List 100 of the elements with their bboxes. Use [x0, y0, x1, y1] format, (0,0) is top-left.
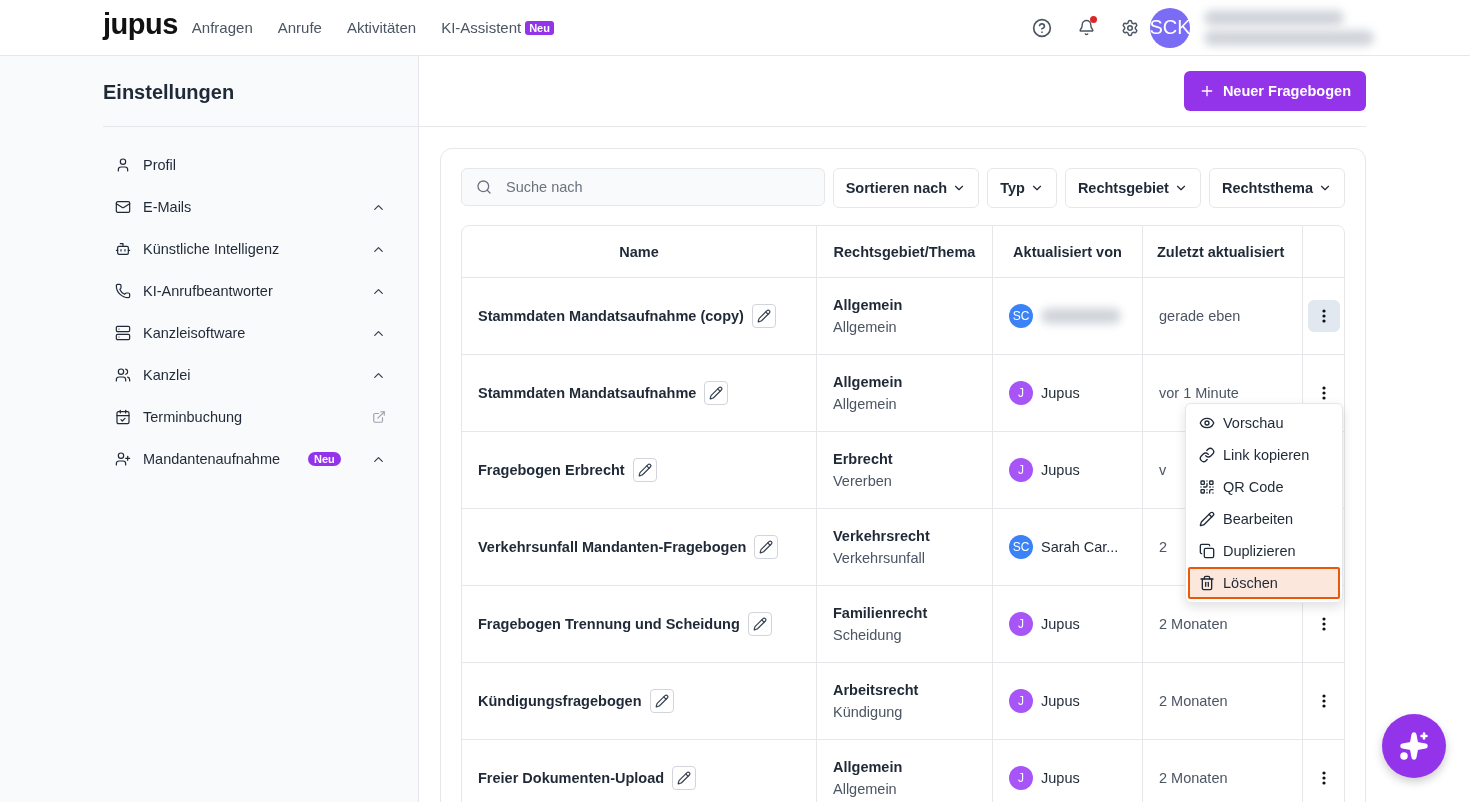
questionnaire-name: Freier Dokumenten-Upload [478, 770, 665, 786]
search-input[interactable]: Suche nach [504, 178, 810, 196]
legal-topic: Scheidung [833, 627, 903, 643]
sidebar-item[interactable]: KI-Anrufbeantworter [115, 270, 386, 312]
settings-icon [1121, 18, 1139, 37]
users-icon [115, 367, 131, 383]
menu-item[interactable]: Link kopieren [1188, 439, 1340, 471]
legal-area: Erbrecht [833, 451, 893, 467]
sidebar-item[interactable]: Künstliche Intelligenz [115, 228, 386, 270]
questionnaire-name: Verkehrsunfall Mandanten-Fragebogen [478, 539, 747, 555]
trash-icon [1199, 575, 1215, 591]
questionnaire-name: Stammdaten Mandatsaufnahme [478, 385, 697, 401]
search-field[interactable]: Suche nach [461, 168, 825, 206]
sidebar-item[interactable]: Kanzlei [115, 354, 386, 396]
nav-link[interactable]: KI-Assistent Neu [441, 19, 554, 36]
edit-button[interactable] [704, 381, 729, 405]
eye-icon [1199, 415, 1215, 431]
pencil-icon [637, 463, 652, 477]
robot-icon [115, 241, 131, 257]
menu-item[interactable]: Duplizieren [1188, 535, 1340, 567]
edit-button[interactable] [632, 458, 657, 482]
menu-item[interactable]: QR Code [1188, 471, 1340, 503]
edit-button[interactable] [672, 766, 697, 790]
column-header: Zuletzt aktualisiert [1143, 226, 1303, 278]
edit-button[interactable] [754, 535, 779, 559]
user-avatar[interactable]: SCK [1150, 7, 1190, 48]
column-header: Name [462, 226, 817, 278]
more-icon [1321, 617, 1326, 631]
menu-item[interactable]: Vorschau [1188, 407, 1340, 439]
filter-dropdown[interactable]: Sortieren nach [832, 168, 980, 208]
edit-button[interactable] [751, 304, 776, 328]
user-avatar: J [1009, 458, 1033, 482]
more-button[interactable] [1307, 300, 1340, 332]
user-avatar: SC [1009, 535, 1033, 559]
user-icon [115, 157, 131, 173]
menu-item[interactable]: Bearbeiten [1188, 503, 1340, 535]
pencil-icon [677, 771, 692, 785]
menu-item[interactable]: Löschen [1188, 567, 1340, 599]
nav-link[interactable]: Aktivitäten [346, 19, 417, 36]
legal-area: Familienrecht [833, 605, 928, 621]
updated-time: 2 Monaten [1159, 693, 1228, 709]
updated-time: 2 [1159, 539, 1168, 555]
copy-icon [1199, 543, 1215, 559]
questionnaire-name: Stammdaten Mandatsaufnahme (copy) [478, 308, 744, 324]
bell-icon [1077, 19, 1095, 36]
updater-name: Sarah Car... [1041, 539, 1119, 555]
legal-topic: Vererben [833, 473, 893, 489]
pencil-icon [756, 309, 771, 323]
nav-link[interactable]: Anrufe [277, 19, 322, 36]
pencil-icon [654, 694, 669, 708]
nav-link[interactable]: Anfragen [191, 19, 253, 36]
sidebar-item[interactable]: Kanzleisoftware [115, 312, 386, 354]
updated-time: 2 Monaten [1159, 616, 1228, 632]
legal-topic: Allgemein [833, 396, 898, 412]
legal-topic: Allgemein [833, 319, 898, 335]
user-plus-icon [115, 451, 131, 467]
edit-button[interactable] [649, 689, 674, 713]
brand-logo[interactable]: jupus [103, 8, 178, 41]
search-icon [476, 179, 492, 195]
user-avatar: J [1009, 612, 1033, 636]
edit-button[interactable] [747, 612, 772, 636]
sidebar-item[interactable]: Profil [115, 144, 386, 186]
legal-topic: Allgemein [833, 781, 898, 797]
sidebar-item[interactable]: E-Mails [115, 186, 386, 228]
pencil-icon [759, 540, 774, 554]
updated-time: vor 1 Minute [1159, 385, 1239, 401]
pencil-icon [752, 617, 767, 631]
link-icon [1199, 447, 1215, 463]
legal-area: Verkehrsrecht [833, 528, 930, 544]
updater-name: Jupus [1041, 462, 1080, 478]
sidebar-title: Einstellungen [103, 56, 418, 127]
column-header: Rechtsgebiet/Thema [817, 226, 993, 278]
questionnaire-name: Fragebogen Trennung und Scheidung [478, 616, 740, 632]
mail-icon [115, 199, 131, 215]
filter-dropdown[interactable]: Rechtsthema [1208, 168, 1345, 208]
sidebar-item[interactable]: Terminbuchung [115, 396, 386, 438]
updated-time: gerade eben [1159, 308, 1241, 324]
updated-time: v [1159, 462, 1167, 478]
column-header: Aktualisiert von [993, 226, 1143, 278]
questionnaire-name: Fragebogen Erbrecht [478, 462, 625, 478]
new-badge: Neu [308, 452, 341, 466]
legal-area: Allgemein [833, 759, 903, 775]
questionnaire-name: Kündigungsfragebogen [478, 693, 642, 709]
qr-code-icon [1199, 479, 1215, 495]
sidebar-item[interactable]: Mandantenaufnahme Neu [115, 438, 386, 480]
more-icon [1321, 309, 1326, 323]
user-avatar: J [1009, 766, 1033, 790]
user-avatar: J [1009, 381, 1033, 405]
ai-assistant-button[interactable] [1382, 714, 1446, 778]
filter-dropdown[interactable]: Rechtsgebiet [1064, 168, 1201, 208]
calendar-check-icon [115, 409, 131, 425]
pencil-icon [709, 386, 724, 400]
new-questionnaire-button[interactable]: Neuer Fragebogen [1183, 71, 1366, 111]
more-icon [1321, 386, 1326, 400]
updater-name: Jupus [1041, 693, 1080, 709]
more-icon [1321, 771, 1326, 785]
phone-icon [115, 283, 131, 299]
updater-name: Jupus [1041, 770, 1080, 786]
filter-dropdown[interactable]: Typ [987, 168, 1057, 208]
legal-area: Allgemein [833, 374, 903, 390]
